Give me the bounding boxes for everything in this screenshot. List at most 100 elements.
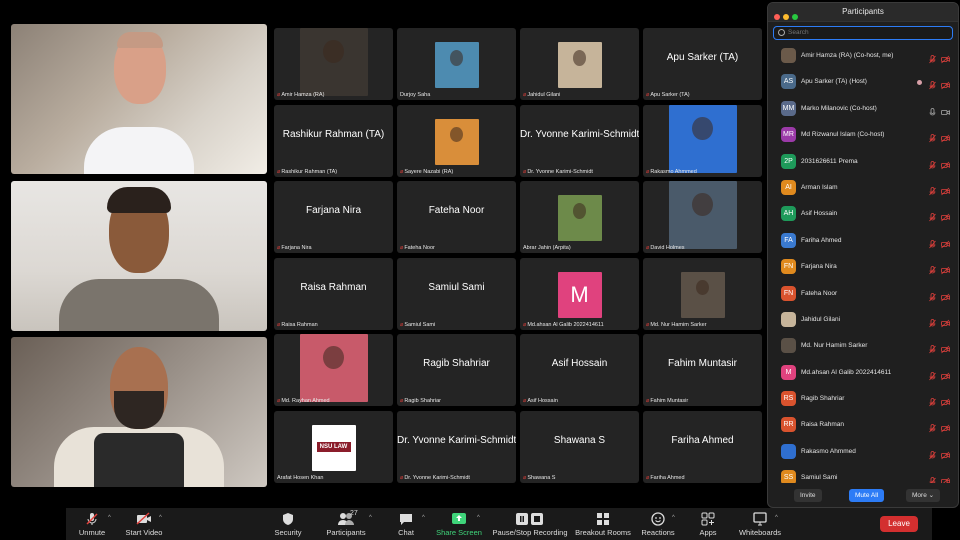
- share-options-caret[interactable]: ^: [477, 515, 480, 521]
- chat-options-caret[interactable]: ^: [422, 515, 425, 521]
- unmute-button[interactable]: Unmute: [74, 508, 110, 540]
- mic-muted-icon[interactable]: [929, 183, 936, 196]
- maximize-window-button[interactable]: [792, 14, 798, 20]
- video-off-icon[interactable]: [941, 289, 950, 301]
- video-off-icon[interactable]: [941, 420, 950, 433]
- whiteboards-button[interactable]: Whiteboards: [738, 508, 782, 540]
- participant-tile[interactable]: Durjoy Saha: [397, 28, 516, 100]
- participant-tile[interactable]: ⌀Amir Hamza (RA): [274, 28, 393, 100]
- pinned-video-1[interactable]: [11, 24, 267, 174]
- reactions-button[interactable]: Reactions: [640, 508, 676, 540]
- participants-options-caret[interactable]: ^: [369, 515, 372, 521]
- participant-list-item[interactable]: RR Raisa Rahman: [768, 412, 958, 438]
- participant-tile[interactable]: Dr. Yvonne Karimi-Schmidt ⌀Dr. Yvonne Kar…: [520, 104, 639, 177]
- participant-search[interactable]: [773, 26, 953, 40]
- mic-muted-icon[interactable]: [929, 447, 936, 460]
- participant-list-item[interactable]: Jahidul Gilani: [768, 307, 958, 333]
- mic-muted-icon[interactable]: [929, 394, 936, 407]
- video-off-icon[interactable]: [941, 209, 950, 222]
- participant-list-item[interactable]: FA Fariha Ahmed: [768, 228, 958, 254]
- pause-stop-recording-button[interactable]: Pause/Stop Recording: [490, 508, 570, 540]
- participant-tile[interactable]: Asif Hossain ⌀Asif Hossain: [520, 334, 639, 406]
- participant-tile[interactable]: Abrar Jahin (Arpita): [520, 181, 639, 253]
- video-options-caret[interactable]: ^: [159, 515, 162, 521]
- participant-list-item[interactable]: AS Apu Sarker (TA) (Host): [768, 69, 958, 95]
- mic-muted-icon[interactable]: [929, 368, 936, 380]
- audio-options-caret[interactable]: ^: [108, 515, 111, 521]
- video-off-icon[interactable]: [941, 473, 950, 483]
- leave-button[interactable]: Leave: [880, 516, 918, 532]
- video-off-icon[interactable]: [941, 77, 950, 90]
- pinned-video-2[interactable]: [11, 181, 267, 331]
- participant-tile[interactable]: Fariha Ahmed ⌀Fariha Ahmed: [643, 410, 762, 483]
- pinned-video-3[interactable]: [11, 337, 267, 487]
- video-off-icon[interactable]: [941, 341, 950, 354]
- mic-muted-icon[interactable]: [929, 77, 936, 90]
- participant-list-item[interactable]: Md. Nur Hamim Sarker: [768, 333, 958, 359]
- participant-tile[interactable]: Raisa Rahman ⌀Raisa Rahman: [274, 257, 393, 330]
- chat-button[interactable]: Chat: [392, 508, 420, 540]
- participant-tile[interactable]: Fahim Muntasir ⌀Fahim Muntasir: [643, 334, 762, 406]
- participant-tile[interactable]: ⌀Jahidul Gilani: [520, 28, 639, 100]
- security-button[interactable]: Security: [272, 508, 304, 540]
- participant-list-item[interactable]: Amir Hamza (RA) (Co-host, me): [768, 43, 958, 69]
- participant-tile[interactable]: ⌀Md. Nur Hamim Sarker: [643, 257, 762, 330]
- participant-list-item[interactable]: 2P 2031626611 Prema: [768, 149, 958, 175]
- participants-button[interactable]: 27 Participants: [324, 508, 368, 540]
- mic-muted-icon[interactable]: [929, 315, 936, 328]
- invite-button[interactable]: Invite: [794, 489, 822, 502]
- mic-icon[interactable]: [929, 104, 936, 116]
- participant-list-item[interactable]: RS Ragib Shahriar: [768, 386, 958, 412]
- video-off-icon[interactable]: [941, 157, 950, 169]
- participant-tile[interactable]: ⌀David Holmes: [643, 181, 762, 253]
- mic-muted-icon[interactable]: [929, 289, 936, 301]
- participant-list-item[interactable]: FN Farjana Nira: [768, 254, 958, 280]
- participant-list-item[interactable]: Rakasmo Ahmmed: [768, 439, 958, 465]
- breakout-rooms-button[interactable]: Breakout Rooms: [574, 508, 632, 540]
- participant-tile[interactable]: NSU LAW Arafat Hosen Khan: [274, 410, 393, 483]
- participant-tile[interactable]: Shawana S ⌀Shawana S: [520, 410, 639, 483]
- mute-all-button[interactable]: Mute All: [849, 489, 885, 502]
- participant-tile[interactable]: Fateha Noor ⌀Fateha Noor: [397, 181, 516, 253]
- share-screen-button[interactable]: Share Screen: [434, 508, 484, 540]
- mic-muted-icon[interactable]: [929, 473, 936, 483]
- video-off-icon[interactable]: [941, 262, 950, 275]
- mic-muted-icon[interactable]: [929, 236, 936, 248]
- video-off-icon[interactable]: [941, 315, 950, 328]
- video-off-icon[interactable]: [941, 51, 950, 64]
- participant-tile[interactable]: M ⌀Md.ahsan Al Galib 2022414611: [520, 257, 639, 330]
- participant-tile[interactable]: ⌀Rakasmo Ahmmed: [643, 104, 762, 177]
- close-window-button[interactable]: [774, 14, 780, 20]
- participant-tile[interactable]: Ragib Shahriar ⌀Ragib Shahriar: [397, 334, 516, 406]
- participant-list-item[interactable]: FN Fateha Noor: [768, 281, 958, 307]
- reactions-options-caret[interactable]: ^: [672, 515, 675, 521]
- video-icon[interactable]: [941, 104, 950, 115]
- mic-muted-icon[interactable]: [929, 51, 936, 64]
- participant-tile[interactable]: ⌀Md. Rayhan Ahmed: [274, 334, 393, 406]
- mic-muted-icon[interactable]: [929, 157, 936, 169]
- more-button[interactable]: More ⌄: [906, 489, 941, 502]
- participant-tile[interactable]: Dr. Yvonne Karimi-Schmidt ⌀Dr. Yvonne Kar…: [397, 410, 516, 483]
- start-video-button[interactable]: Start Video: [122, 508, 166, 540]
- participant-list-item[interactable]: AH Asif Hossain: [768, 201, 958, 227]
- apps-button[interactable]: Apps: [696, 508, 720, 540]
- video-off-icon[interactable]: [941, 394, 950, 407]
- participant-tile[interactable]: Rashikur Rahman (TA) ⌀Rashikur Rahman (TA…: [274, 104, 393, 177]
- video-off-icon[interactable]: [941, 183, 950, 196]
- mic-muted-icon[interactable]: [929, 262, 936, 275]
- mic-muted-icon[interactable]: [929, 420, 936, 433]
- video-off-icon[interactable]: [941, 130, 950, 143]
- search-input[interactable]: [788, 29, 938, 36]
- minimize-window-button[interactable]: [783, 14, 789, 20]
- participant-list-item[interactable]: AI Arman Islam: [768, 175, 958, 201]
- video-off-icon[interactable]: [941, 368, 950, 380]
- participant-list-item[interactable]: SS Samiul Sami: [768, 465, 958, 483]
- mic-muted-icon[interactable]: [929, 130, 936, 143]
- mic-muted-icon[interactable]: [929, 341, 936, 354]
- mic-muted-icon[interactable]: [929, 209, 936, 222]
- participant-tile[interactable]: ⌀Sayere Nazabi (RA): [397, 104, 516, 177]
- participant-list-item[interactable]: M Md.ahsan Al Galib 2022414611: [768, 360, 958, 386]
- participant-tile[interactable]: Samiul Sami ⌀Samiul Sami: [397, 257, 516, 330]
- participant-list-item[interactable]: MM Marko Milanovic (Co-host): [768, 96, 958, 122]
- video-off-icon[interactable]: [941, 236, 950, 249]
